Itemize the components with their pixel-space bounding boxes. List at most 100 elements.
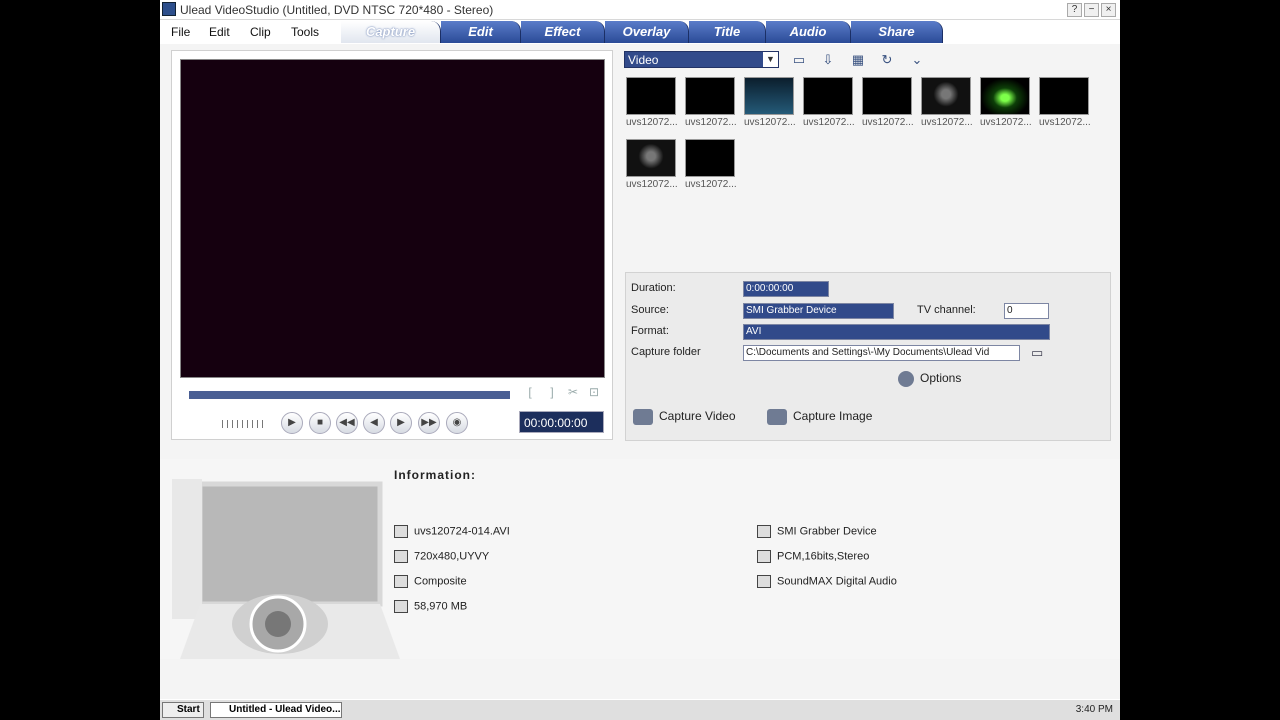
timeline-scrubber[interactable] (189, 391, 510, 399)
info-file-name: uvs120724-014.AVI (394, 525, 510, 538)
preview-panel: [ ] ✂ ⊡ ▶ ■ ◀◀ ◀ ▶ ▶▶ ◉ 00:00:00:00 (171, 50, 613, 440)
tab-audio[interactable]: Audio (766, 21, 851, 43)
info-video-device-text: SMI Grabber Device (777, 525, 877, 538)
info-audio-format: PCM,16bits,Stereo (757, 550, 869, 563)
rewind-icon: ◀◀ (339, 417, 355, 428)
info-video-format: 720x480,UYVY (394, 550, 489, 563)
clock: 3:40 PM (1075, 704, 1113, 715)
capture-folder-label: Capture folder (631, 346, 701, 358)
format-select[interactable]: AVI (743, 324, 1050, 340)
library-clip[interactable]: uvs12072... (803, 77, 855, 131)
menu-file[interactable]: File (171, 25, 190, 39)
info-disk-space: 58,970 MB (394, 600, 467, 613)
clip-thumbnail (626, 77, 676, 115)
forward-button[interactable]: ▶▶ (418, 412, 440, 434)
mark-out-button[interactable]: ] (543, 385, 561, 403)
clip-thumbnail (1039, 77, 1089, 115)
mark-in-button[interactable]: [ (521, 385, 539, 403)
options-button-label: Options (920, 371, 962, 386)
tv-channel-label: TV channel: (917, 304, 976, 316)
library-clip[interactable]: uvs12072... (1039, 77, 1091, 131)
volume-button[interactable]: ◉ (446, 412, 468, 434)
close-button[interactable]: × (1101, 3, 1116, 17)
format-label: Format: (631, 325, 669, 337)
play-icon: ▶ (288, 417, 296, 428)
previous-frame-icon: ◀ (370, 417, 378, 428)
dropdown-arrow-icon: ▼ (763, 52, 778, 67)
info-video-device: SMI Grabber Device (757, 525, 877, 538)
capture-image-label: Capture Image (793, 409, 873, 424)
start-button[interactable]: Start (162, 702, 204, 718)
audio-device-icon (757, 575, 771, 588)
tv-channel-field[interactable]: 0 (1004, 303, 1049, 319)
info-file-name-text: uvs120724-014.AVI (414, 525, 510, 538)
clip-thumbnail (685, 139, 735, 177)
options-button[interactable]: Options (898, 371, 961, 387)
stop-button[interactable]: ■ (309, 412, 331, 434)
menu-clip[interactable]: Clip (250, 25, 271, 39)
monitor-icon (757, 525, 771, 538)
system-tray: 3:40 PM (1009, 702, 1113, 718)
library-clip[interactable]: uvs12072... (685, 139, 737, 193)
library-clip[interactable]: uvs12072... (626, 139, 678, 193)
menu-edit[interactable]: Edit (209, 25, 230, 39)
tab-overlay[interactable]: Overlay (605, 21, 689, 43)
cut-clip-button[interactable]: ✂ (564, 385, 582, 403)
library-clip[interactable]: uvs12072... (921, 77, 973, 131)
gear-icon (898, 371, 914, 387)
tab-title[interactable]: Title (689, 21, 766, 43)
library-clip[interactable]: uvs12072... (862, 77, 914, 131)
folder-icon[interactable]: ▭ (788, 50, 810, 70)
previous-frame-button[interactable]: ◀ (363, 412, 385, 434)
library-manager-icon[interactable]: ▦ (847, 50, 869, 70)
library-clip[interactable]: uvs12072... (685, 77, 737, 131)
next-frame-button[interactable]: ▶ (390, 412, 412, 434)
library-category-select[interactable]: Video ▼ (624, 51, 779, 68)
app-icon (162, 2, 176, 16)
preview-screen[interactable] (180, 59, 605, 378)
library-category-label: Video (628, 53, 659, 67)
help-button[interactable]: ? (1067, 3, 1082, 17)
library-clip[interactable]: uvs12072... (626, 77, 678, 131)
tab-share[interactable]: Share (851, 21, 943, 43)
refresh-icon[interactable]: ↻ (876, 50, 898, 70)
source-select[interactable]: SMI Grabber Device (743, 303, 894, 319)
tab-effect[interactable]: Effect (521, 21, 605, 43)
screen: Ulead VideoStudio (Untitled, DVD NTSC 72… (160, 0, 1120, 720)
information-title: Information: (394, 468, 476, 482)
disk-space-icon (394, 600, 408, 613)
folder-icon[interactable]: ▭ (1031, 345, 1043, 361)
menu-tools[interactable]: Tools (291, 25, 319, 39)
clip-thumbnail (626, 139, 676, 177)
expand-icon[interactable]: ⌄ (906, 50, 928, 70)
clip-name: uvs12072... (803, 117, 855, 128)
clip-name: uvs12072... (862, 117, 914, 128)
duration-label: Duration: (631, 282, 676, 294)
camera-icon (767, 409, 787, 425)
fullscreen-button[interactable]: ⊡ (585, 385, 603, 403)
jog-wheel[interactable] (222, 420, 266, 428)
clip-thumbnail (980, 77, 1030, 115)
window-title: Ulead VideoStudio (Untitled, DVD NTSC 72… (180, 3, 494, 17)
info-input-type: Composite (394, 575, 467, 588)
capture-video-button[interactable]: Capture Video (633, 409, 736, 425)
tab-edit[interactable]: Edit (441, 21, 521, 43)
library-clip[interactable]: uvs12072... (744, 77, 796, 131)
library-clip[interactable]: uvs12072... (980, 77, 1032, 131)
clip-name: uvs12072... (626, 179, 678, 190)
timecode-display[interactable]: 00:00:00:00 (519, 411, 604, 433)
capture-folder-field[interactable]: C:\Documents and Settings\-\My Documents… (743, 345, 1020, 361)
rewind-button[interactable]: ◀◀ (336, 412, 358, 434)
taskbar-item-ulead[interactable]: Untitled - Ulead Video... (210, 702, 342, 718)
import-icon[interactable]: ⇩ (817, 50, 839, 70)
clip-name: uvs12072... (1039, 117, 1091, 128)
minimize-button[interactable]: − (1084, 3, 1099, 17)
clip-thumbnail (862, 77, 912, 115)
forward-icon: ▶▶ (421, 417, 437, 428)
next-frame-icon: ▶ (397, 417, 405, 428)
capture-image-button[interactable]: Capture Image (767, 409, 872, 425)
play-button[interactable]: ▶ (281, 412, 303, 434)
tab-capture[interactable]: Capture (341, 21, 441, 43)
duration-field[interactable]: 0:00:00:00 (743, 281, 829, 297)
clip-name: uvs12072... (744, 117, 796, 128)
